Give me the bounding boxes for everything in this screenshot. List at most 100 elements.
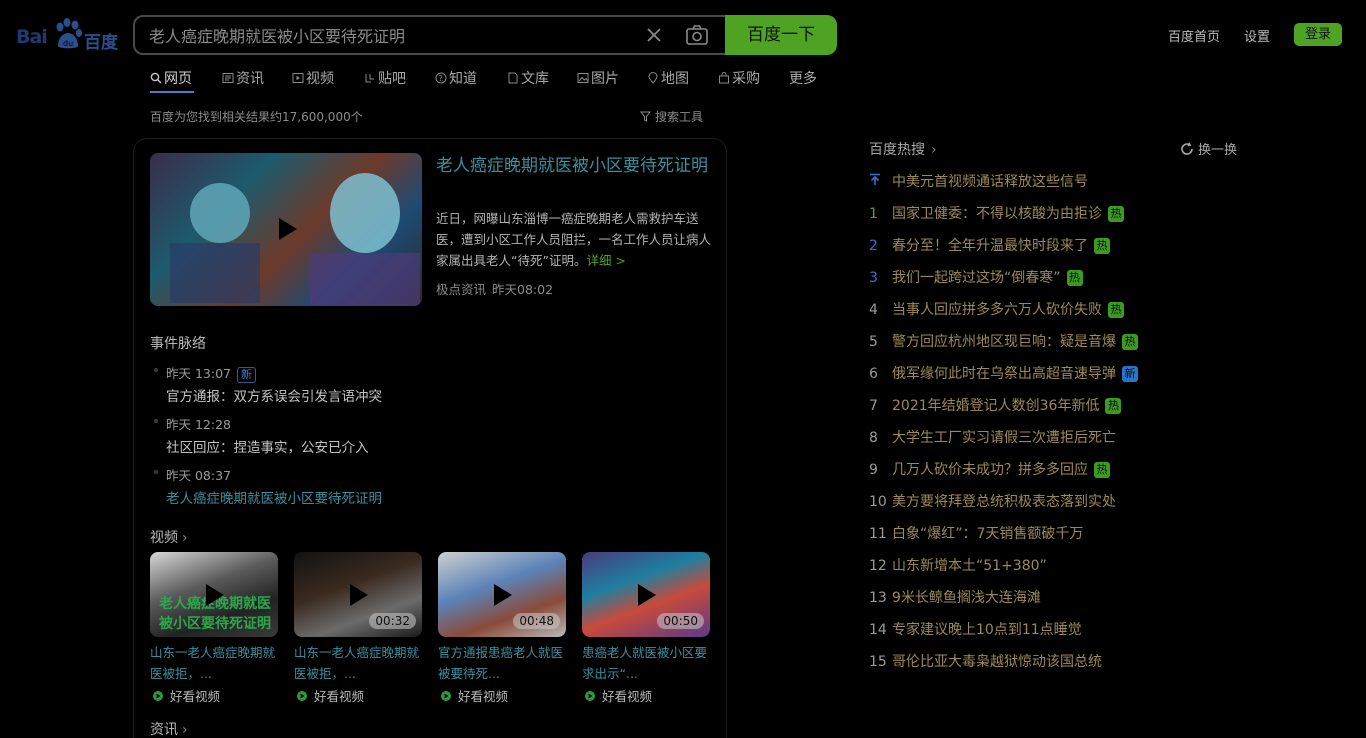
hot-search-item[interactable]: 2 春分至！全年升温最快时段来了热 [869, 235, 1110, 255]
hot-item-text: 我们一起跨过这场“倒春寒” [892, 270, 1061, 286]
hot-search-item[interactable]: 13 9米长鲸鱼搁浅大连海滩 [869, 587, 1041, 607]
hot-search-item[interactable]: 10 美方要将拜登总统积极表态落到实处 [869, 491, 1116, 511]
hot-search-item[interactable]: 11 白象“爆红”：7天销售额破千万 [869, 523, 1083, 543]
tab-video[interactable]: 视频 [292, 68, 334, 88]
tab-news[interactable]: 资讯 [222, 68, 264, 88]
refresh-button[interactable]: 换一换 [1180, 139, 1237, 158]
hot-badge: 热 [1094, 238, 1110, 254]
video-thumbnail[interactable]: 00:32 [294, 552, 422, 637]
hot-search-item[interactable]: 中美元首视频通话释放这些信号 [869, 171, 1088, 191]
tab-tieba[interactable]: 贴吧 [364, 68, 406, 88]
main-result-desc: 近日，网曝山东淄博一癌症晚期老人需救护车送医，遭到小区工作人员阻拦，一名工作人员… [436, 208, 716, 271]
tab-label: 地图 [661, 71, 689, 87]
tab-label: 视频 [306, 71, 334, 87]
hot-rank: 1 [869, 206, 878, 222]
video-caption[interactable]: 山东一老人癌症晚期就医被拒，... [294, 642, 422, 684]
play-icon [350, 584, 368, 606]
news-section-title[interactable]: 资讯 › [150, 719, 188, 738]
video-caption[interactable]: 官方通报患癌老人就医被要待死... [438, 642, 566, 684]
tab-image[interactable]: 图片 [577, 68, 619, 88]
hot-rank: 14 [869, 622, 887, 638]
hot-search-item[interactable]: 14 专家建议晚上10点到11点睡觉 [869, 619, 1082, 639]
tieba-icon [365, 74, 374, 83]
hot-badge: 热 [1066, 270, 1083, 286]
main-result-source: 极点资讯 昨天08:02 [436, 279, 553, 298]
tab-label: 图片 [591, 71, 619, 87]
video-caption[interactable]: 山东一老人癌症晚期就医被拒，... [150, 642, 278, 684]
video-source: 好看视频 [440, 686, 508, 705]
haokan-icon [297, 691, 307, 701]
hot-rank: 2 [869, 238, 878, 254]
video-thumbnail[interactable]: 老人癌症晚期就医 被小区要待死证明 [150, 552, 278, 637]
hot-search-item[interactable]: 9 几万人砍价未成功？拼多多回应热 [869, 459, 1110, 479]
video-source: 好看视频 [584, 686, 652, 705]
hot-search-item[interactable]: 6 俄军缘何此时在乌祭出高超音速导弹新 [869, 363, 1138, 383]
hot-search-item[interactable]: 5 警方回应杭州地区现巨响：疑是音爆热 [869, 331, 1138, 351]
baidu-home-link[interactable]: 百度首页 [1168, 26, 1220, 45]
hot-item-text: 专家建议晚上10点到11点睡觉 [892, 622, 1082, 638]
hot-rank: 12 [869, 558, 887, 574]
hot-search-title[interactable]: 百度热搜 › [869, 139, 937, 159]
main-result-title[interactable]: 老人癌症晚期就医被小区要待死证明 [436, 152, 716, 180]
detail-link[interactable]: 详细 > [586, 253, 625, 268]
bag-icon [719, 72, 729, 84]
timeline-item-text[interactable]: 社区回应：捏造事实，公安已介入 [166, 436, 369, 456]
svg-text:du: du [63, 39, 73, 48]
video-source: 好看视频 [152, 686, 220, 705]
hot-item-text: 警方回应杭州地区现巨响：疑是音爆 [892, 334, 1116, 350]
hot-item-text: 春分至！全年升温最快时段来了 [892, 238, 1088, 254]
hot-rank: 7 [869, 398, 878, 414]
hot-rank: 8 [869, 430, 878, 446]
videos-section-title[interactable]: 视频 › [150, 527, 188, 547]
hot-item-text: 美方要将拜登总统积极表态落到实处 [892, 494, 1116, 510]
main-video-thumbnail[interactable] [150, 153, 422, 306]
login-button[interactable]: 登录 [1294, 23, 1342, 46]
hot-search-item[interactable]: 7 2021年结婚登记人数创36年新低热 [869, 395, 1122, 415]
hot-search-item[interactable]: 3 我们一起跨过这场“倒春寒” 热 [869, 267, 1083, 287]
source-text: 好看视频 [458, 689, 509, 704]
tab-wenku[interactable]: 文库 [507, 68, 549, 88]
search-box [133, 15, 727, 55]
settings-link[interactable]: 设置 [1244, 26, 1270, 45]
hot-search-item[interactable]: 1 国家卫健委：不得以核酸为由拒诊热 [869, 203, 1124, 223]
hot-badge: 热 [1094, 462, 1110, 478]
new-badge: 新 [237, 367, 256, 383]
hot-search-item[interactable]: 12 山东新增本土“51+380” [869, 555, 1047, 575]
search-tools-button[interactable]: 搜索工具 [639, 108, 704, 125]
tab-web[interactable]: 网页 [150, 68, 192, 88]
tab-zhidao[interactable]: ? 知道 [435, 68, 477, 88]
baidu-logo[interactable]: Bai du 百度 [16, 18, 120, 53]
play-icon [638, 584, 656, 606]
close-icon[interactable] [644, 25, 664, 45]
video-source: 好看视频 [296, 686, 364, 705]
logo-text: Bai [16, 26, 48, 48]
search-input[interactable] [149, 25, 629, 44]
hot-search-item[interactable]: 8 大学生工厂实习请假三次遭拒后死亡 [869, 427, 1116, 447]
tab-map[interactable]: 地图 [647, 68, 689, 88]
paw-icon: du [56, 18, 82, 49]
tab-label: 更多 [789, 71, 817, 87]
haokan-icon [441, 691, 451, 701]
refresh-label: 换一换 [1198, 143, 1238, 158]
video-thumbnail[interactable]: 00:50 [582, 552, 710, 637]
timeline-dot [154, 368, 158, 372]
hot-search-item[interactable]: 4 当事人回应拼多多六万人砍价失败热 [869, 299, 1124, 319]
timeline-item-text[interactable]: 官方通报：双方系误会引发言语冲突 [166, 385, 382, 405]
camera-icon[interactable] [685, 24, 709, 46]
tab-purchase[interactable]: 采购 [718, 68, 760, 88]
hot-search-item[interactable]: 15 哥伦比亚大毒枭越狱惊动该国总统 [869, 651, 1102, 671]
source-text: 好看视频 [602, 689, 653, 704]
hot-rank: 6 [869, 366, 878, 382]
svg-text:?: ? [439, 74, 443, 83]
hot-rank: 15 [869, 654, 887, 670]
timeline-item-text[interactable]: 老人癌症晚期就医被小区要待死证明 [166, 487, 382, 507]
search-tools-label: 搜索工具 [655, 110, 704, 124]
timeline-title: 事件脉络 [150, 336, 206, 352]
search-button[interactable]: 百度一下 [725, 15, 837, 55]
tab-more[interactable]: 更多 [789, 68, 817, 88]
video-thumbnail[interactable]: 00:48 [438, 552, 566, 637]
hot-item-text: 哥伦比亚大毒枭越狱惊动该国总统 [892, 654, 1102, 670]
video-caption[interactable]: 患癌老人就医被小区要求出示“... [582, 642, 710, 684]
news-title-text: 资讯 [150, 722, 178, 738]
result-count: 百度为您找到相关结果约17,600,000个 [150, 110, 363, 124]
